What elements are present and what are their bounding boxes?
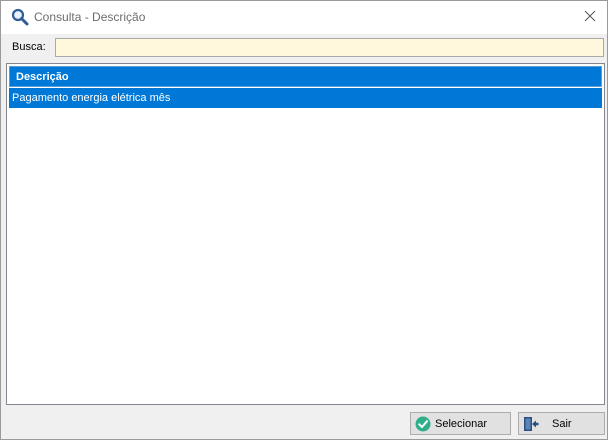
- search-row: Busca:: [1, 34, 607, 60]
- title-bar[interactable]: Consulta - Descrição: [1, 1, 607, 34]
- column-header-descricao[interactable]: Descrição: [16, 71, 69, 83]
- exit-button[interactable]: Sair: [518, 412, 605, 435]
- consulta-dialog: Consulta - Descrição Busca: Descrição Pa…: [0, 0, 608, 440]
- exit-button-label: Sair: [552, 418, 572, 430]
- results-grid[interactable]: Descrição Pagamento energia elétrica mês: [6, 63, 605, 405]
- window-title: Consulta - Descrição: [34, 10, 146, 24]
- search-label: Busca:: [12, 41, 46, 53]
- table-row[interactable]: Pagamento energia elétrica mês: [9, 88, 602, 108]
- button-bar: Selecionar Sair: [1, 407, 607, 440]
- cell-descricao: Pagamento energia elétrica mês: [12, 92, 171, 104]
- search-input[interactable]: [55, 38, 604, 57]
- close-icon: [584, 10, 596, 25]
- grid-header: Descrição: [9, 66, 602, 87]
- select-button[interactable]: Selecionar: [410, 412, 511, 435]
- close-button[interactable]: [573, 1, 607, 34]
- select-button-label: Selecionar: [435, 418, 487, 430]
- check-circle-icon: [415, 416, 431, 432]
- search-icon: [11, 8, 29, 26]
- exit-door-icon: [523, 416, 539, 432]
